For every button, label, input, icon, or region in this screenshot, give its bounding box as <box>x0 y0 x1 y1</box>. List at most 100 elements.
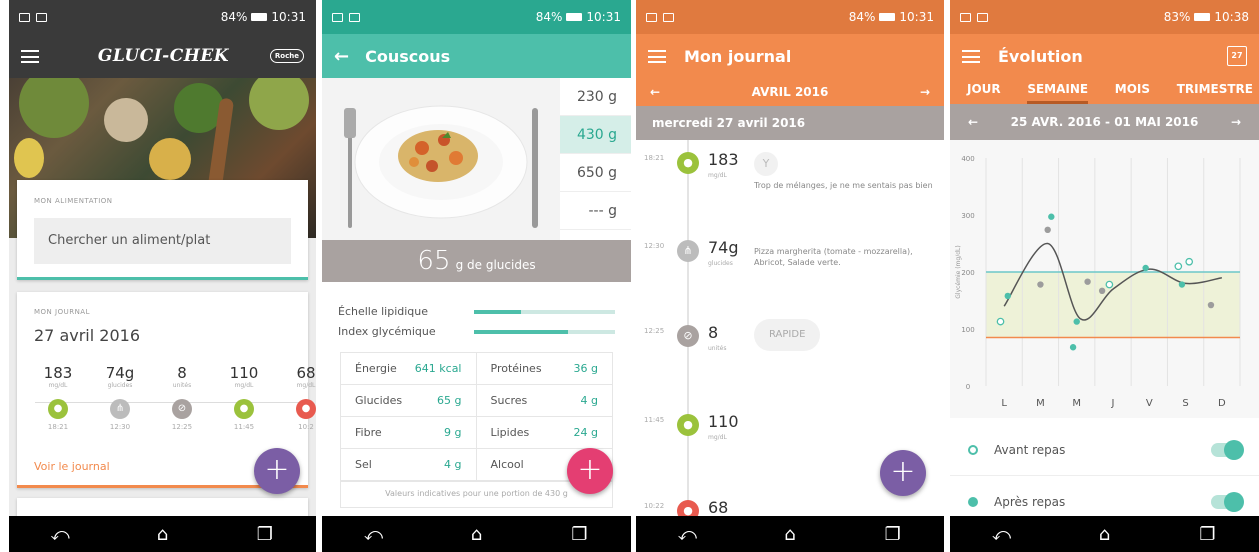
cutlery-icon: ⋔ <box>110 399 130 419</box>
recents-icon[interactable]: ❐ <box>560 524 600 545</box>
phone-evolution: 83% 10:38 Évolution 27 JOUR SEMAINE MOIS TRI… <box>950 0 1259 552</box>
phone-food-detail: 84% 10:31 ← Couscous 230 g 430 g 650 g --- g… <box>322 0 631 552</box>
entry-value: 110 <box>229 364 259 382</box>
next-month-arrow-icon[interactable]: → <box>920 85 930 99</box>
nutrition-cell: Fibre 9 g <box>341 417 477 448</box>
battery-level: 84% <box>535 10 563 24</box>
back-icon[interactable]: ⤺ <box>354 524 394 545</box>
nutrition-row: Glucides 65 g Sucres 4 g <box>341 385 612 417</box>
journal-entry[interactable]: 183 mg/dL ● 18:21 <box>33 364 83 431</box>
menu-icon[interactable] <box>21 49 39 63</box>
entry-unit: mg/dL <box>708 434 727 441</box>
hollow-circle-icon <box>968 444 978 455</box>
android-nav-bar: ⤺ ⌂ ❐ <box>9 516 316 552</box>
nutrient-name: Protéines <box>490 362 542 375</box>
y-tick-label: 300 <box>961 212 974 220</box>
nutrient-name: Sucres <box>490 394 528 407</box>
data-point <box>1069 344 1077 351</box>
food-search-input[interactable]: Chercher un aliment/plat <box>34 218 291 264</box>
journal-entry[interactable]: 11:45 ● 110 mg/dL <box>636 412 944 454</box>
add-button[interactable]: + <box>880 450 926 496</box>
journal-entry[interactable]: 74g glucides ⋔ 12:30 <box>95 364 145 431</box>
android-nav-bar: ⤺ ⌂ ❐ <box>950 516 1259 552</box>
journal-entry[interactable]: 12:25 ⊘ 8 unités RAPIDE <box>636 319 944 365</box>
add-button[interactable]: + <box>254 448 300 494</box>
nutrient-value: 9 g <box>444 426 462 439</box>
entry-unit: mg/dL <box>234 382 254 389</box>
menu-icon[interactable] <box>648 49 666 63</box>
see-journal-link[interactable]: Voir le journal <box>34 460 110 473</box>
portion-option[interactable]: 430 g <box>560 116 631 154</box>
calendar-icon[interactable]: 27 <box>1227 46 1247 66</box>
after-meal-toggle[interactable] <box>1211 491 1244 512</box>
nutrient-name: Énergie <box>355 362 397 375</box>
page-title: Évolution <box>998 46 1083 66</box>
nutrient-value: 65 g <box>437 394 462 407</box>
menu-icon[interactable] <box>962 49 980 63</box>
data-point <box>1174 262 1183 271</box>
clock: 10:31 <box>899 10 934 24</box>
scale-fill <box>474 329 569 334</box>
home-icon[interactable]: ⌂ <box>1085 524 1125 545</box>
entry-time: 12:30 <box>644 242 665 250</box>
scale-label: Échelle lipidique <box>338 305 429 318</box>
nutrition-cell: Sucres 4 g <box>477 385 613 416</box>
alimentation-label: MON ALIMENTATION <box>34 197 113 205</box>
data-point <box>1073 318 1080 325</box>
portion-option[interactable]: 230 g <box>560 78 631 116</box>
recents-icon[interactable]: ❐ <box>245 524 285 545</box>
nutrient-value: 36 g <box>573 362 598 375</box>
month-navigator: ← AVRIL 2016 → <box>636 78 944 106</box>
nutrition-cell: Protéines 36 g <box>477 353 613 384</box>
glass-icon: Y <box>754 152 778 176</box>
scale-row: Index glycémique <box>338 325 615 338</box>
glucides-value: 65 <box>417 246 451 276</box>
android-nav-bar: ⤺ ⌂ ❐ <box>636 516 944 552</box>
entry-value: 74g <box>708 238 739 257</box>
home-icon[interactable]: ⌂ <box>142 524 182 545</box>
back-icon[interactable]: ⤺ <box>667 524 707 545</box>
before-meal-toggle[interactable] <box>1211 439 1244 460</box>
data-point <box>1084 278 1091 285</box>
entry-value: 110 <box>708 412 739 431</box>
recents-icon[interactable]: ❐ <box>873 524 913 545</box>
legend-row-before-meal: Avant repas <box>950 424 1259 476</box>
journal-entry[interactable]: 12:30 ⋔ 74g glucides Pizza margherita (tomat… <box>636 238 944 280</box>
syringe-icon: ⊘ <box>172 399 192 419</box>
y-tick-label: 0 <box>966 383 970 391</box>
scale-label: Index glycémique <box>338 325 436 338</box>
portion-option[interactable]: --- g <box>560 192 631 230</box>
back-icon[interactable]: ⤺ <box>982 524 1022 545</box>
home-icon[interactable]: ⌂ <box>770 524 810 545</box>
syringe-icon: ⊘ <box>677 325 699 347</box>
add-button[interactable]: + <box>567 448 613 494</box>
tab-trimestre[interactable]: TRIMESTRE <box>1177 78 1253 104</box>
tab-mois[interactable]: MOIS <box>1115 78 1150 104</box>
prev-month-arrow-icon[interactable]: ← <box>650 85 660 99</box>
month-label: AVRIL 2016 <box>751 85 829 99</box>
journal-entry[interactable]: 18:21 ● 183 mg/dL Trop de mélanges, je ne me… <box>636 150 944 192</box>
next-week-arrow-icon[interactable]: → <box>1231 115 1241 129</box>
x-tick-label: M <box>1036 398 1045 409</box>
portion-option[interactable]: 650 g <box>560 154 631 192</box>
nutrition-row: Énergie 641 kcal Protéines 36 g <box>341 353 612 385</box>
journal-entry[interactable]: 8 unités ⊘ 12:25 <box>157 364 207 431</box>
entry-value: 8 <box>708 323 719 342</box>
drop-icon: ● <box>234 399 254 419</box>
drop-icon: ● <box>677 414 699 436</box>
tab-jour[interactable]: JOUR <box>967 78 1001 104</box>
data-point <box>996 317 1005 326</box>
journal-entry[interactable]: 110 mg/dL ● 11:45 <box>219 364 269 431</box>
entry-unit: mg/dL <box>708 172 727 179</box>
nutrient-value: 641 kcal <box>414 362 462 375</box>
prev-week-arrow-icon[interactable]: ← <box>968 115 978 129</box>
back-icon[interactable]: ⤺ <box>40 524 80 545</box>
recents-icon[interactable]: ❐ <box>1188 524 1228 545</box>
data-point <box>1185 257 1194 266</box>
entry-value: 68 <box>708 498 729 517</box>
tab-semaine[interactable]: SEMAINE <box>1027 78 1089 104</box>
back-arrow-icon[interactable]: ← <box>334 46 349 67</box>
data-point <box>1044 226 1051 234</box>
home-icon[interactable]: ⌂ <box>457 524 497 545</box>
journal-entry[interactable]: 68 mg/dL ● 10:2 <box>281 364 316 431</box>
